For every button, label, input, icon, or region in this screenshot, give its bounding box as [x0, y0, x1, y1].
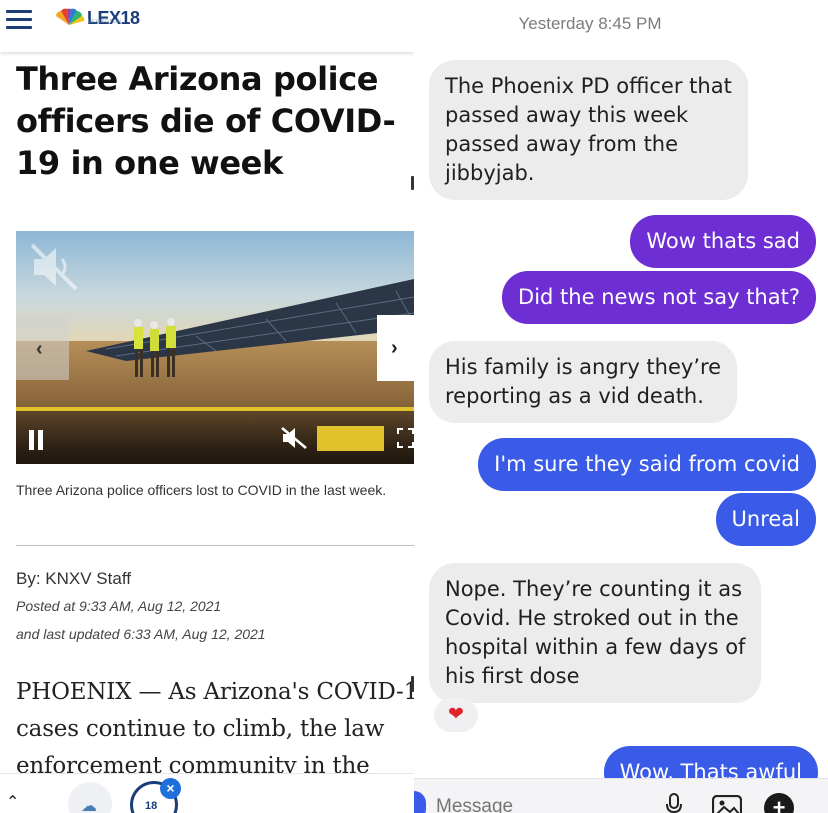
- message-line: hospital within a few days of: [445, 635, 746, 659]
- site-header: LEX18 LEXINGTON: [0, 0, 414, 52]
- logo-subtitle: LEXINGTON: [88, 19, 122, 25]
- message-bubble-received[interactable]: Nope. They’re counting it as Covid. He s…: [429, 563, 762, 703]
- message-line: reporting as a vid death.: [445, 384, 704, 408]
- message-bubble-sent[interactable]: I'm sure they said from covid: [478, 438, 816, 491]
- chevron-up-icon[interactable]: ⌃: [6, 792, 19, 812]
- message-line: passed away from the: [445, 132, 679, 156]
- video-player[interactable]: ‹ ›: [16, 231, 414, 464]
- body-line: cases continue to climb, the law: [16, 716, 385, 742]
- message-line: Covid. He stroked out in the: [445, 606, 739, 630]
- volume-slider[interactable]: [317, 426, 384, 451]
- badge-label: 18: [145, 800, 158, 812]
- message-line: passed away this week: [445, 103, 689, 127]
- article-body: PHOENIX — As Arizona's COVID-1 cases con…: [16, 674, 414, 785]
- article-bottom-bar: ⌃ ☁ 18: [0, 773, 414, 813]
- plus-icon[interactable]: +: [764, 793, 794, 813]
- article-headline: Three Arizona police officers die of COV…: [16, 60, 396, 182]
- microphone-icon[interactable]: [664, 793, 684, 813]
- message-line: The Phoenix PD officer that: [445, 74, 732, 98]
- message-line: Wow thats sad: [646, 229, 800, 253]
- message-bubble-received[interactable]: His family is angry they’re reporting as…: [429, 341, 738, 423]
- message-line: I'm sure they said from covid: [494, 452, 800, 476]
- message-bubble-received[interactable]: The Phoenix PD officer that passed away …: [429, 60, 748, 200]
- message-line: Unreal: [731, 507, 800, 531]
- video-progress-bar[interactable]: [16, 407, 414, 411]
- pause-icon[interactable]: [29, 430, 47, 450]
- message-bubble-sent[interactable]: Did the news not say that?: [502, 271, 816, 324]
- carousel-prev-button[interactable]: ‹: [16, 316, 69, 380]
- close-icon[interactable]: ×: [160, 778, 181, 799]
- chevron-right-icon: ›: [391, 337, 398, 359]
- video-caption: Three Arizona police officers lost to CO…: [16, 482, 387, 498]
- divider: [16, 545, 414, 546]
- heart-icon[interactable]: ❤: [434, 698, 478, 732]
- message-line: jibbyjab.: [445, 161, 535, 185]
- cloud-download-icon: ☁: [81, 798, 97, 813]
- image-icon[interactable]: [712, 795, 742, 813]
- fullscreen-icon[interactable]: [397, 428, 414, 448]
- article-byline: By: KNXV Staff: [16, 569, 131, 588]
- carousel-next-button[interactable]: ›: [377, 315, 414, 381]
- message-compose-bar: +: [414, 778, 828, 813]
- message-input[interactable]: [436, 795, 656, 813]
- message-line: Nope. They’re counting it as: [445, 577, 743, 601]
- message-line: Did the news not say that?: [518, 285, 800, 309]
- updated-date: and last updated 6:33 AM, Aug 12, 2021: [16, 626, 266, 642]
- body-line: PHOENIX — As Arizona's COVID-1: [16, 679, 414, 705]
- compose-action-button[interactable]: [414, 791, 426, 813]
- messages-pane: Yesterday 8:45 PM The Phoenix PD officer…: [414, 0, 828, 813]
- mute-icon[interactable]: [280, 426, 308, 450]
- chevron-left-icon: ‹: [36, 338, 43, 360]
- message-timestamp: Yesterday 8:45 PM: [518, 14, 662, 33]
- peacock-logo-icon: [56, 8, 85, 25]
- posted-date: Posted at 9:33 AM, Aug 12, 2021: [16, 598, 222, 614]
- message-line: His family is angry they’re: [445, 355, 722, 379]
- mute-icon[interactable]: [28, 241, 80, 293]
- cloud-download-button[interactable]: ☁: [68, 782, 112, 813]
- message-bubble-sent[interactable]: Unreal: [715, 493, 816, 546]
- message-bubble-sent[interactable]: Wow thats sad: [630, 215, 816, 268]
- menu-icon[interactable]: [6, 10, 32, 30]
- news-article-pane: LEX18 LEXINGTON Three Arizona police off…: [0, 0, 414, 813]
- message-line: his first dose: [445, 664, 580, 688]
